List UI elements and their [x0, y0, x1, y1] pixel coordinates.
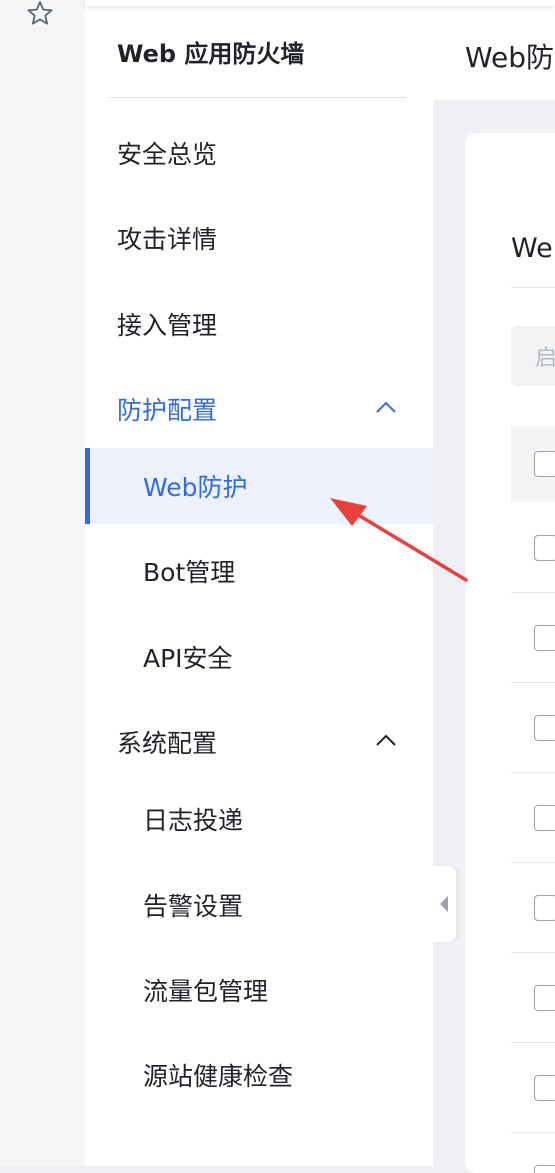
sidebar-item-label: Bot管理	[143, 558, 236, 587]
top-shadow-bar	[85, 0, 555, 6]
sidebar-item-label: 接入管理	[117, 311, 218, 340]
sidebar-item-label: API安全	[143, 644, 233, 673]
table-row[interactable]	[511, 952, 555, 1043]
row-checkbox[interactable]	[534, 625, 555, 651]
sidebar-group-protection-config[interactable]: 防护配置	[85, 371, 433, 447]
sidebar-item-origin-health-check[interactable]: 源站健康检查	[85, 1037, 433, 1113]
table-row[interactable]	[511, 682, 555, 773]
row-checkbox[interactable]	[534, 805, 555, 831]
sidebar-item-label: Web防护	[143, 473, 248, 502]
sidebar-item-traffic-package[interactable]: 流量包管理	[85, 952, 433, 1028]
filter-select[interactable]: 启	[511, 326, 555, 386]
sidebar-item-attack-details[interactable]: 攻击详情	[85, 200, 433, 276]
sidebar-item-api-security[interactable]: API安全	[85, 619, 433, 695]
sidebar-item-label: 源站健康检查	[143, 1062, 294, 1091]
table-row[interactable]	[511, 862, 555, 953]
table-row[interactable]	[511, 772, 555, 863]
table-row[interactable]	[511, 1042, 555, 1133]
table-row[interactable]	[511, 1132, 555, 1173]
sidebar-item-label: 系统配置	[117, 729, 218, 758]
row-checkbox[interactable]	[534, 895, 555, 921]
content-card: Web 启	[465, 133, 555, 1173]
row-checkbox[interactable]	[534, 715, 555, 741]
page-title: Web防	[465, 41, 555, 74]
sidebar-item-label: 告警设置	[143, 892, 244, 921]
row-checkbox[interactable]	[534, 1165, 555, 1173]
card-title: Web	[511, 233, 555, 264]
select-all-checkbox[interactable]	[534, 451, 555, 477]
sidebar: Web 应用防火墙 安全总览 攻击详情 接入管理 防护配置 Web防护 Bot管…	[85, 0, 433, 1166]
table-row[interactable]	[511, 592, 555, 683]
sidebar-item-access-management[interactable]: 接入管理	[85, 286, 433, 362]
row-checkbox[interactable]	[534, 985, 555, 1011]
table-header	[511, 426, 555, 502]
sidebar-item-web-protection[interactable]: Web防护	[85, 448, 433, 524]
sidebar-item-log-delivery[interactable]: 日志投递	[85, 781, 433, 857]
sidebar-item-label: 日志投递	[143, 806, 244, 835]
sidebar-item-label: 攻击详情	[117, 225, 218, 254]
row-checkbox[interactable]	[534, 535, 555, 561]
sidebar-collapse-handle[interactable]	[432, 866, 456, 942]
caret-left-icon	[440, 896, 448, 912]
star-icon[interactable]	[26, 0, 54, 26]
table-row[interactable]	[511, 502, 555, 593]
card-divider	[511, 287, 555, 288]
chevron-up-icon	[376, 734, 396, 746]
sidebar-item-label: 防护配置	[117, 396, 218, 425]
sidebar-item-bot-management[interactable]: Bot管理	[85, 533, 433, 609]
sidebar-group-system-config[interactable]: 系统配置	[85, 704, 433, 780]
row-checkbox[interactable]	[534, 1075, 555, 1101]
browser-side-strip	[0, 0, 85, 1166]
sidebar-item-label: 流量包管理	[143, 977, 269, 1006]
filter-placeholder: 启	[535, 346, 555, 371]
sidebar-divider	[109, 97, 406, 98]
sidebar-item-security-overview[interactable]: 安全总览	[85, 115, 433, 191]
sidebar-item-alert-settings[interactable]: 告警设置	[85, 867, 433, 943]
chevron-up-icon	[376, 401, 396, 413]
sidebar-item-label: 安全总览	[117, 140, 218, 169]
page-header: Web防	[433, 0, 555, 100]
sidebar-title: Web 应用防火墙	[117, 40, 305, 68]
